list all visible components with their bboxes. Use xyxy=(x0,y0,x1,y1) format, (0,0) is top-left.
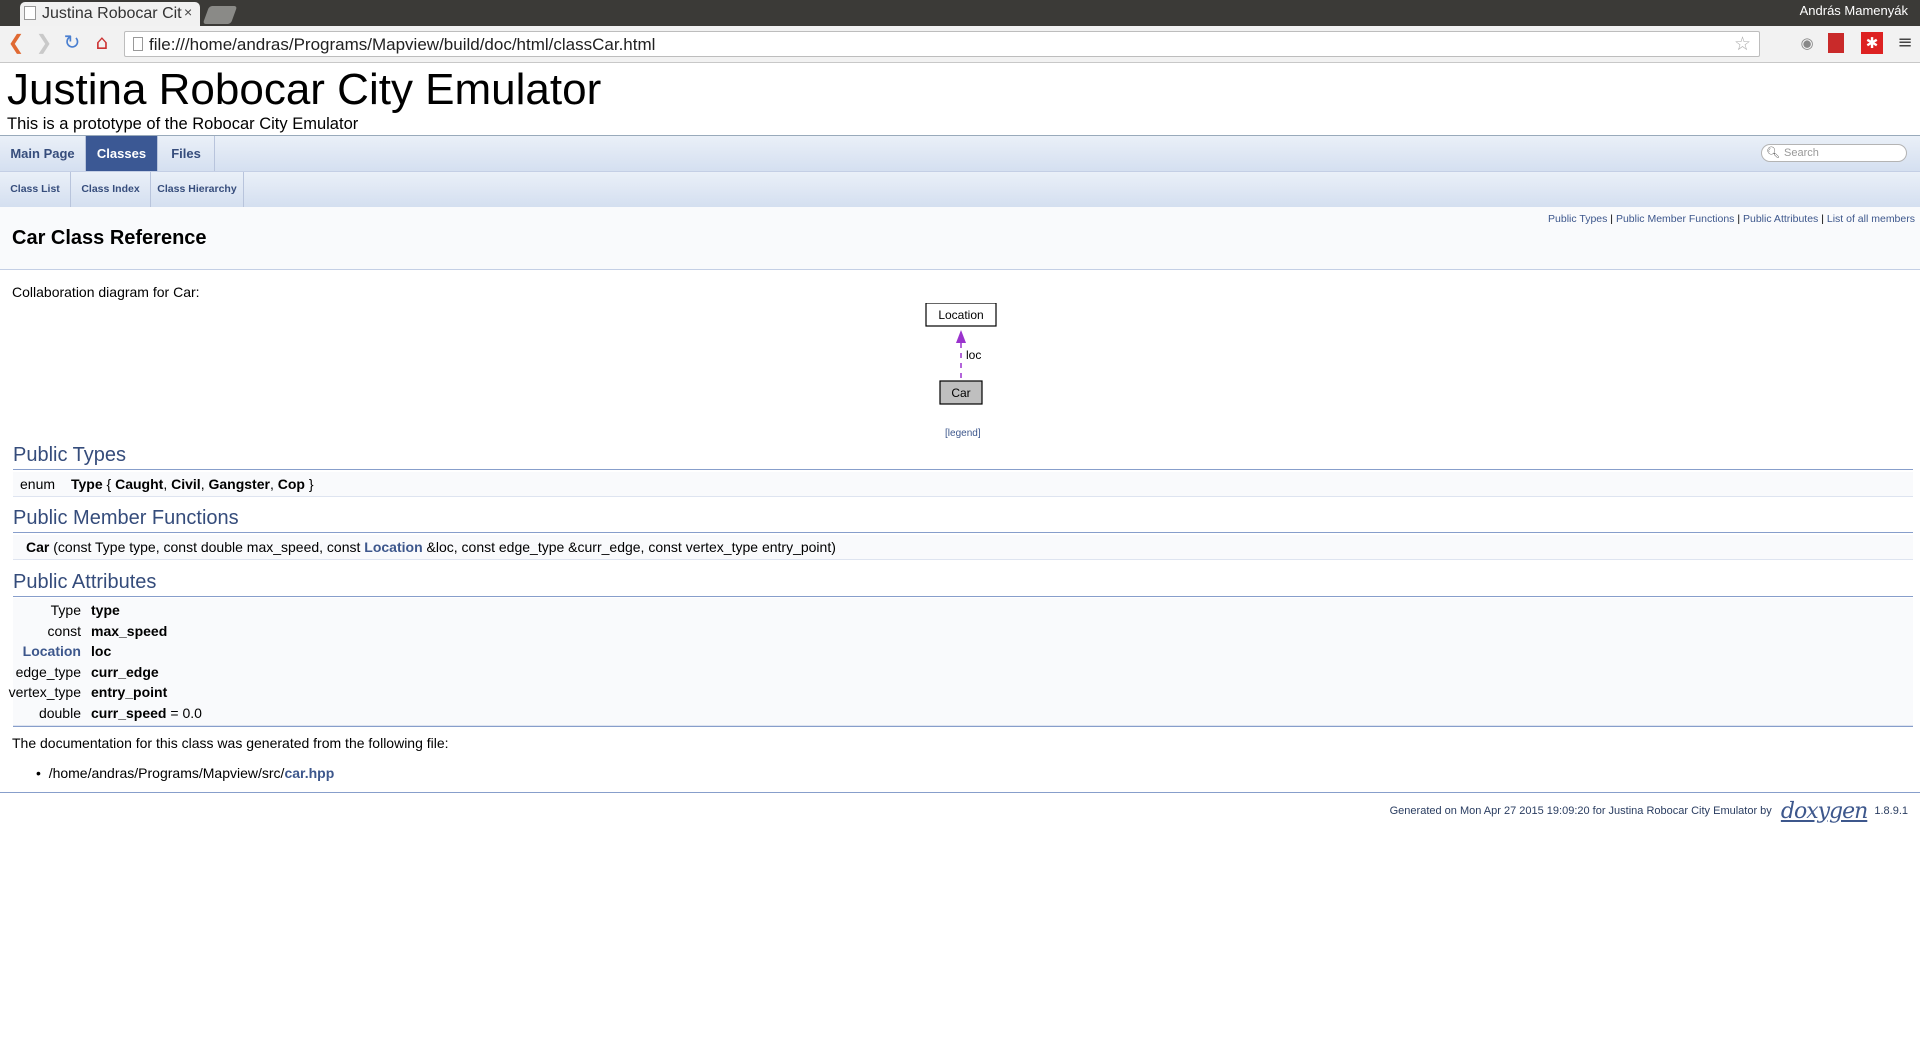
doxygen-logo[interactable]: doxygen xyxy=(1781,799,1868,824)
summary-link-public-member-functions[interactable]: Public Member Functions xyxy=(1616,213,1734,225)
public-types-heading: Public Types xyxy=(13,444,1913,470)
browser-tab[interactable]: Justina Robocar City Emulator × xyxy=(20,2,200,26)
reload-button[interactable]: ↻ xyxy=(60,30,84,54)
bookmark-star-icon[interactable]: ☆ xyxy=(1734,33,1751,55)
divider xyxy=(13,726,1913,727)
url-text: file:///home/andras/Programs/Mapview/bui… xyxy=(149,35,656,54)
project-name: Justina Robocar City Emulator xyxy=(7,65,602,114)
collab-label: Collaboration diagram for Car: xyxy=(12,284,200,300)
enum-value-gangster: Gangster xyxy=(208,476,270,492)
bookmark-extension-icon[interactable] xyxy=(1828,33,1844,53)
footer-version: 1.8.9.1 xyxy=(1874,805,1908,817)
tab-files[interactable]: Files xyxy=(158,136,215,172)
summary-link-public-attributes[interactable]: Public Attributes xyxy=(1743,213,1818,225)
function-name[interactable]: Car xyxy=(26,539,49,555)
search-icon: 🔍︎ xyxy=(1766,147,1780,159)
footer: Generated on Mon Apr 27 2015 19:09:20 fo… xyxy=(1390,799,1908,824)
user-profile-name[interactable]: András Mamenyák xyxy=(1800,3,1908,18)
main-nav: Main Page Classes Files 🔍︎ Search xyxy=(0,135,1920,172)
tab-class-index[interactable]: Class Index xyxy=(71,172,151,207)
source-file-path: /home/andras/Programs/Mapview/src/ xyxy=(48,765,285,781)
browser-titlebar: Justina Robocar City Emulator × András M… xyxy=(0,0,1920,26)
summary-link-public-types[interactable]: Public Types xyxy=(1548,213,1607,225)
collaboration-diagram: Location loc Car xyxy=(925,303,997,405)
project-brief: This is a prototype of the Robocar City … xyxy=(7,115,359,133)
tab-title: Justina Robocar City Emulator xyxy=(42,5,182,22)
public-member-functions-heading: Public Member Functions xyxy=(13,507,1913,533)
title-header: Public Types | Public Member Functions |… xyxy=(0,207,1920,270)
footer-divider xyxy=(0,792,1920,793)
enum-row: enum Type { Caught, Civil, Gangster, Cop… xyxy=(13,472,1913,497)
forward-button[interactable]: ❯ xyxy=(32,30,56,54)
attr-name[interactable]: curr_edge xyxy=(91,664,159,680)
attr-type: double xyxy=(38,705,81,721)
generated-from-text: The documentation for this class was gen… xyxy=(12,735,449,751)
function-row: Car (const Type type, const double max_s… xyxy=(13,535,1913,560)
address-bar[interactable]: file:///home/andras/Programs/Mapview/bui… xyxy=(124,31,1760,57)
attr-name[interactable]: type xyxy=(91,602,120,618)
browser-toolbar: ❮ ❯ ↻ ⌂ file:///home/andras/Programs/Map… xyxy=(0,26,1920,63)
tab-classes[interactable]: Classes xyxy=(86,136,158,172)
enum-value-caught: Caught xyxy=(115,476,164,492)
new-tab-button[interactable] xyxy=(202,6,238,24)
source-file-link[interactable]: car.hpp xyxy=(284,765,334,781)
download-extension-icon[interactable]: ◉ xyxy=(1796,32,1818,54)
back-button[interactable]: ❮ xyxy=(4,30,28,54)
edge-arrowhead xyxy=(956,330,966,343)
attribute-row: double curr_speed = 0.0 xyxy=(13,701,1913,726)
function-args-pre: (const Type type, const double max_speed… xyxy=(53,539,365,555)
enum-type-name: Type xyxy=(71,476,103,492)
search-input[interactable]: 🔍︎ Search xyxy=(1761,144,1907,162)
node-car-label: Car xyxy=(951,386,970,400)
tab-main-page[interactable]: Main Page xyxy=(0,136,86,172)
summary-links: Public Types | Public Member Functions |… xyxy=(1548,213,1915,225)
attr-initializer: = 0.0 xyxy=(166,705,202,721)
function-args-post: &loc, const edge_type &curr_edge, const … xyxy=(422,539,836,555)
location-link[interactable]: Location xyxy=(364,539,422,555)
summary-link-list-of-all-members[interactable]: List of all members xyxy=(1827,213,1915,225)
tab-class-hierarchy[interactable]: Class Hierarchy xyxy=(151,172,244,207)
footer-text: Generated on Mon Apr 27 2015 19:09:20 fo… xyxy=(1389,805,1772,817)
search-placeholder: Search xyxy=(1784,147,1819,159)
menu-icon[interactable]: ≡ xyxy=(1894,32,1916,54)
enum-keyword: enum xyxy=(20,476,56,492)
page-icon xyxy=(133,37,143,51)
node-location-label: Location xyxy=(938,308,983,322)
legend-link[interactable]: [legend] xyxy=(945,428,981,439)
tab-class-list[interactable]: Class List xyxy=(0,172,71,207)
tab-close-icon[interactable]: × xyxy=(184,4,192,20)
page-icon xyxy=(24,6,36,20)
asterisk-extension-icon[interactable]: ✱ xyxy=(1861,32,1883,54)
sub-nav: Class List Class Index Class Hierarchy xyxy=(0,171,1920,207)
enum-value-civil: Civil xyxy=(171,476,201,492)
source-file-item: • /home/andras/Programs/Mapview/src/car.… xyxy=(36,765,335,781)
attr-name[interactable]: max_speed xyxy=(91,623,167,639)
public-attributes-heading: Public Attributes xyxy=(13,571,1913,597)
legend-link-text[interactable]: legend xyxy=(948,428,978,439)
home-button[interactable]: ⌂ xyxy=(90,30,114,54)
attr-name[interactable]: loc xyxy=(91,643,111,659)
attr-name[interactable]: entry_point xyxy=(91,684,167,700)
edge-label: loc xyxy=(966,348,981,362)
attr-name[interactable]: curr_speed xyxy=(91,705,166,721)
doxygen-page: Justina Robocar City Emulator This is a … xyxy=(0,63,1920,1056)
enum-value-cop: Cop xyxy=(277,476,305,492)
page-title: Car Class Reference xyxy=(12,227,207,249)
